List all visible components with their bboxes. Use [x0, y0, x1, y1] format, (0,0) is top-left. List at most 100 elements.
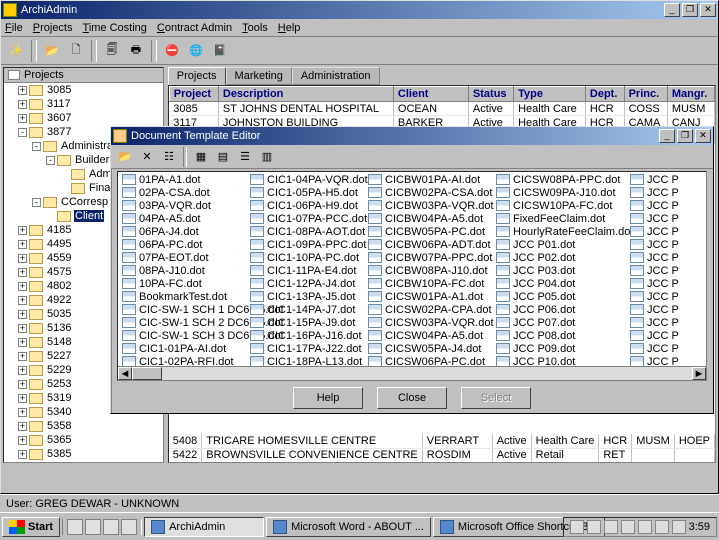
file-item[interactable]: JCC P05.dot — [492, 290, 626, 303]
expand-icon[interactable]: + — [18, 86, 27, 95]
expand-icon[interactable]: + — [18, 450, 27, 459]
col-description[interactable]: Description — [218, 87, 393, 102]
file-item[interactable]: CICBW05PA-PC.dot — [364, 225, 492, 238]
file-item[interactable]: CICSW09PA-J10.dot — [492, 186, 626, 199]
tree-node-3117[interactable]: +3117 — [4, 97, 163, 111]
menu-contract-admin[interactable]: Contract Admin — [157, 22, 232, 34]
tree-node-5358[interactable]: +5358 — [4, 419, 163, 433]
file-item[interactable]: JCC P — [626, 329, 686, 342]
file-item[interactable]: JCC P — [626, 264, 686, 277]
file-item[interactable]: BookmarkTest.dot — [118, 290, 246, 303]
mt-delete-icon[interactable]: ✕ — [137, 147, 157, 167]
tray-icon-3[interactable] — [604, 520, 618, 534]
expand-icon[interactable]: + — [18, 324, 27, 333]
file-item[interactable]: CIC-SW-1 SCH 3 DC6-95.dot — [118, 329, 246, 342]
expand-icon[interactable]: + — [18, 310, 27, 319]
expand-icon[interactable]: + — [18, 114, 27, 123]
file-item[interactable]: CIC1-01PA-AI.dot — [118, 342, 246, 355]
file-item[interactable]: CIC1-11PA-E4.dot — [246, 264, 364, 277]
file-item[interactable]: CIC1-15PA-J9.dot — [246, 316, 364, 329]
file-item[interactable]: JCC P04.dot — [492, 277, 626, 290]
file-item[interactable]: CIC1-17PA-J22.dot — [246, 342, 364, 355]
expand-icon[interactable]: + — [18, 240, 27, 249]
file-item[interactable]: 06PA-J4.dot — [118, 225, 246, 238]
expand-icon[interactable]: + — [18, 268, 27, 277]
file-item[interactable]: JCC P — [626, 173, 686, 186]
tb-globe-icon[interactable]: 🌐 — [185, 40, 207, 62]
file-item[interactable]: JCC P08.dot — [492, 329, 626, 342]
expand-icon[interactable]: + — [18, 226, 27, 235]
file-item[interactable]: 07PA-EOT.dot — [118, 251, 246, 264]
table-row[interactable]: 5435JOHNSTON CENTREROBERTSDActiveCommuni… — [169, 462, 715, 463]
taskbar-task[interactable]: ArchiAdmin — [144, 517, 264, 537]
expand-icon[interactable]: - — [32, 198, 41, 207]
tb-book-icon[interactable]: 📓 — [209, 40, 231, 62]
tb-stop-icon[interactable]: ⛔ — [161, 40, 183, 62]
file-item[interactable]: JCC P03.dot — [492, 264, 626, 277]
tray-icon-2[interactable] — [587, 520, 601, 534]
app-titlebar[interactable]: ArchiAdmin _ ❐ ✕ — [1, 1, 718, 19]
ql-icon-1[interactable] — [67, 519, 83, 535]
tray-icon-5[interactable] — [638, 520, 652, 534]
tray-icon-6[interactable] — [655, 520, 669, 534]
file-item[interactable]: JCC P — [626, 212, 686, 225]
file-item[interactable]: JCC P — [626, 251, 686, 264]
tree-node-5393[interactable]: +5393 — [4, 461, 163, 463]
file-item[interactable]: JCC P01.dot — [492, 238, 626, 251]
file-item[interactable]: CICSW10PA-FC.dot — [492, 199, 626, 212]
start-button[interactable]: Start — [2, 517, 60, 537]
mt-open-icon[interactable]: 📂 — [115, 147, 135, 167]
file-item[interactable]: JCC P — [626, 316, 686, 329]
file-item[interactable]: CICBW07PA-PPC.dot — [364, 251, 492, 264]
tb-print-icon[interactable]: 🖶 — [125, 40, 147, 62]
file-item[interactable]: FixedFeeClaim.dot — [492, 212, 626, 225]
h-scrollbar[interactable]: ◄ ► — [118, 366, 706, 380]
file-item[interactable]: JCC P09.dot — [492, 342, 626, 355]
tb-open-icon[interactable]: 📂 — [41, 40, 63, 62]
file-item[interactable]: CIC1-04PA-VQR.dot — [246, 173, 364, 186]
menu-file[interactable]: File — [5, 22, 23, 34]
file-item[interactable]: CIC1-16PA-J16.dot — [246, 329, 364, 342]
file-item[interactable]: CICBW04PA-A5.dot — [364, 212, 492, 225]
tray-icon-7[interactable] — [672, 520, 686, 534]
file-item[interactable]: CICSW04PA-A5.dot — [364, 329, 492, 342]
col-status[interactable]: Status — [468, 87, 513, 102]
file-item[interactable]: CICBW06PA-ADT.dot — [364, 238, 492, 251]
col-dept[interactable]: Dept. — [585, 87, 624, 102]
expand-icon[interactable]: + — [18, 100, 27, 109]
expand-icon[interactable]: + — [18, 254, 27, 263]
tb-new-icon[interactable]: 🗋 — [65, 40, 87, 62]
file-item[interactable]: CIC-SW-1 SCH 1 DC6-95.dot — [118, 303, 246, 316]
expand-icon[interactable]: + — [18, 296, 27, 305]
ql-icon-4[interactable] — [121, 519, 137, 535]
tab-projects[interactable]: Projects — [168, 67, 226, 85]
file-item[interactable]: CICSW02PA-CPA.dot — [364, 303, 492, 316]
file-item[interactable]: CICBW03PA-VQR.dot — [364, 199, 492, 212]
file-item[interactable]: CIC1-09PA-PPC.dot — [246, 238, 364, 251]
file-item[interactable]: JCC P — [626, 303, 686, 316]
file-item[interactable]: JCC P — [626, 186, 686, 199]
file-item[interactable]: 01PA-A1.dot — [118, 173, 246, 186]
menu-help[interactable]: Help — [278, 22, 301, 34]
tray-icon-1[interactable] — [570, 520, 584, 534]
close-button[interactable]: ✕ — [700, 3, 716, 17]
tray-icon-4[interactable] — [621, 520, 635, 534]
close-dialog-button[interactable]: Close — [377, 387, 447, 409]
taskbar-task[interactable]: Microsoft Word - ABOUT ... — [266, 517, 431, 537]
file-item[interactable]: CICSW01PA-A1.dot — [364, 290, 492, 303]
file-item[interactable]: JCC P02.dot — [492, 251, 626, 264]
file-item[interactable]: JCC P07.dot — [492, 316, 626, 329]
tb-wizard-icon[interactable]: ✨ — [5, 40, 27, 62]
modal-maximize-button[interactable]: ❐ — [677, 129, 693, 143]
menu-tools[interactable]: Tools — [242, 22, 268, 34]
col-princ[interactable]: Princ. — [624, 87, 667, 102]
mt-details-icon[interactable]: ▥ — [257, 147, 277, 167]
file-item[interactable]: 08PA-J10.dot — [118, 264, 246, 277]
col-type[interactable]: Type — [514, 87, 586, 102]
file-item[interactable]: CICSW03PA-VQR.dot — [364, 316, 492, 329]
file-item[interactable]: JCC P06.dot — [492, 303, 626, 316]
tree-node-5385[interactable]: +5385 — [4, 447, 163, 461]
file-item[interactable]: CICBW10PA-FC.dot — [364, 277, 492, 290]
tree-node-3085[interactable]: +3085 — [4, 83, 163, 97]
file-item[interactable]: CIC1-13PA-J5.dot — [246, 290, 364, 303]
